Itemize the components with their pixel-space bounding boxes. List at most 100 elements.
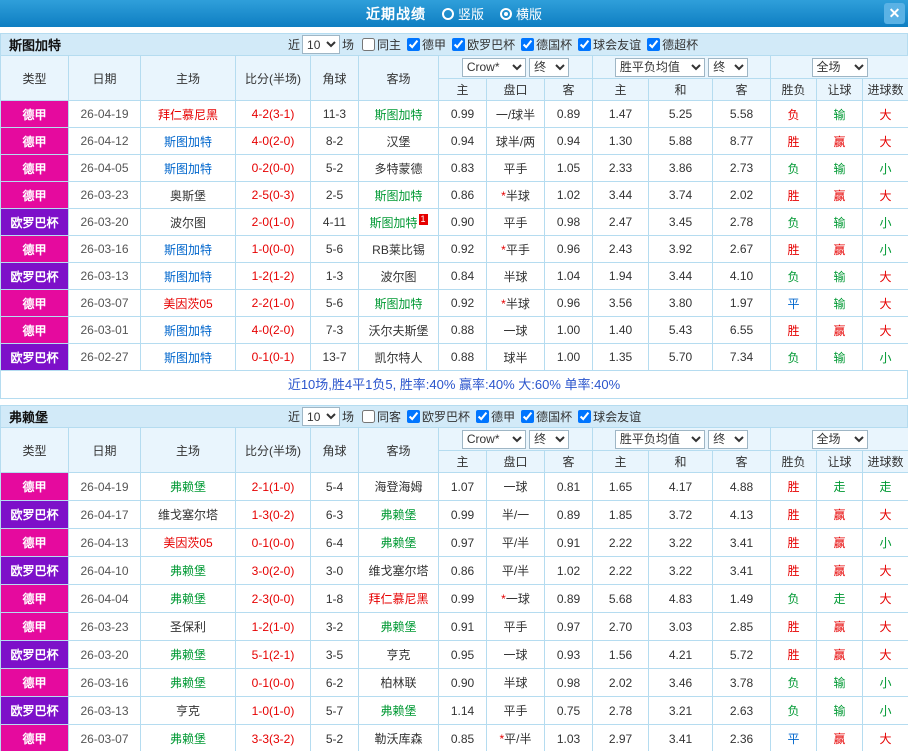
radio-checked-icon: [500, 7, 512, 20]
eu-draw-odds: 3.80: [648, 289, 714, 317]
home-team-link[interactable]: 斯图加特: [140, 343, 236, 371]
league-filter[interactable]: 德国杯: [521, 36, 572, 53]
league-filter-checkbox[interactable]: [407, 410, 421, 423]
scope-select[interactable]: 全场: [811, 429, 868, 449]
league-filter[interactable]: 欧罗巴杯: [452, 36, 515, 53]
league-filter[interactable]: 德超杯: [647, 36, 698, 53]
asian-odds-group-header: Crow* 终: [437, 55, 594, 79]
league-filter[interactable]: 球会友谊: [578, 408, 641, 425]
layout-vertical-radio[interactable]: 竖版: [441, 4, 484, 23]
home-team-link[interactable]: 斯图加特: [140, 262, 236, 290]
away-team-link[interactable]: 柏林联: [358, 668, 439, 697]
away-team-link[interactable]: 汉堡: [358, 127, 439, 155]
league-filter-label: 德超杯: [662, 38, 699, 52]
euro-final-select[interactable]: 终: [708, 429, 749, 449]
home-team-link[interactable]: 弗赖堡: [140, 472, 236, 501]
league-filter-checkbox[interactable]: [476, 410, 490, 423]
league-filter-checkbox[interactable]: [647, 38, 661, 51]
home-team-link[interactable]: 斯图加特: [140, 235, 236, 263]
eu-home-odds: 2.43: [592, 235, 650, 263]
match-date: 26-04-19: [68, 472, 141, 501]
league-filter-checkbox[interactable]: [362, 410, 376, 423]
home-team-link[interactable]: 弗赖堡: [140, 724, 236, 751]
league-filter-checkbox[interactable]: [521, 410, 535, 423]
away-team-link[interactable]: 亨克: [358, 640, 439, 669]
home-team-link[interactable]: 奥斯堡: [140, 181, 236, 209]
scope-select[interactable]: 全场: [811, 57, 868, 77]
eu-draw-odds: 3.92: [648, 235, 714, 263]
eu-draw-odds: 4.21: [648, 640, 714, 669]
away-team-link[interactable]: 勒沃库森: [358, 724, 439, 751]
league-filter-label: 欧罗巴杯: [422, 410, 471, 424]
home-team-link[interactable]: 美因茨05: [140, 528, 236, 557]
away-team-link[interactable]: 多特蒙德: [358, 154, 439, 182]
match-count-select[interactable]: 10: [302, 35, 341, 54]
euro-avg-select[interactable]: 胜平负均值: [614, 429, 705, 449]
home-team-link[interactable]: 弗赖堡: [140, 640, 236, 669]
close-button[interactable]: ✕: [884, 3, 905, 24]
away-team-link[interactable]: 弗赖堡: [358, 612, 439, 641]
away-team-link[interactable]: 沃尔夫斯堡: [358, 316, 439, 344]
league-badge: 德甲: [0, 154, 69, 182]
league-filter-checkbox[interactable]: [521, 38, 535, 51]
away-team-link[interactable]: 凯尔特人: [358, 343, 439, 371]
away-team-link[interactable]: 海登海姆: [358, 472, 439, 501]
home-team-link[interactable]: 斯图加特: [140, 316, 236, 344]
away-team-link[interactable]: 斯图加特 1: [358, 208, 439, 236]
subheader-result: 胜负: [770, 78, 818, 101]
home-team-link[interactable]: 弗赖堡: [140, 556, 236, 585]
league-filter-checkbox[interactable]: [578, 410, 592, 423]
match-count-select[interactable]: 10: [302, 407, 341, 426]
away-team-link[interactable]: 斯图加特: [358, 289, 439, 317]
odds-company-select[interactable]: Crow*: [461, 429, 526, 449]
asian-final-select[interactable]: 终: [529, 57, 570, 77]
eu-away-odds: 7.34: [712, 343, 772, 371]
league-filter[interactable]: 球会友谊: [578, 36, 641, 53]
league-badge: 欧罗巴杯: [0, 208, 69, 236]
result-cell: 胜: [770, 556, 818, 585]
league-filter[interactable]: 同客: [362, 408, 401, 425]
team-section-stuttgart: 斯图加特 近 10 场 同主 德甲 欧罗巴杯 德国杯 球会友谊 德超杯 类型 日期 主场 …: [0, 33, 908, 399]
home-team-link[interactable]: 亨克: [140, 696, 236, 725]
handicap-result-cell: 赢: [816, 127, 864, 155]
home-team-link[interactable]: 圣保利: [140, 612, 236, 641]
home-team-link[interactable]: 维戈塞尔塔: [140, 500, 236, 529]
away-team-link[interactable]: 拜仁慕尼黑: [358, 584, 439, 613]
home-team-link[interactable]: 弗赖堡: [140, 668, 236, 697]
league-badge: 德甲: [0, 235, 69, 263]
league-filter-checkbox[interactable]: [578, 38, 592, 51]
home-team-link[interactable]: 拜仁慕尼黑: [140, 100, 236, 128]
subheader-ah-home: 主: [438, 450, 487, 473]
match-row: 德甲 26-03-23 奥斯堡 2-5(0-3) 2-5 斯图加特 0.86 *半球 1.02 3…: [0, 181, 908, 209]
league-filter-checkbox[interactable]: [452, 38, 466, 51]
league-filter[interactable]: 欧罗巴杯: [407, 408, 470, 425]
league-filter[interactable]: 德甲: [407, 36, 446, 53]
away-team-link[interactable]: 斯图加特: [358, 100, 439, 128]
away-team-link[interactable]: 波尔图: [358, 262, 439, 290]
handicap-result-cell: 赢: [816, 181, 864, 209]
league-filter-checkbox[interactable]: [407, 38, 421, 51]
home-team-link[interactable]: 波尔图: [140, 208, 236, 236]
home-team-link[interactable]: 美因茨05: [140, 289, 236, 317]
away-team-link[interactable]: 斯图加特: [358, 181, 439, 209]
match-row: 德甲 26-04-19 拜仁慕尼黑 4-2(3-1) 11-3 斯图加特 0.99 一/球半 0…: [0, 100, 908, 128]
away-team-link[interactable]: RB莱比锡: [358, 235, 439, 263]
euro-final-select[interactable]: 终: [708, 57, 749, 77]
league-filter[interactable]: 德国杯: [521, 408, 572, 425]
away-team-link[interactable]: 弗赖堡: [358, 696, 439, 725]
away-team-link[interactable]: 弗赖堡: [358, 528, 439, 557]
layout-horizontal-radio[interactable]: 横版: [500, 4, 542, 23]
corner-cell: 5-6: [310, 289, 359, 317]
euro-avg-select[interactable]: 胜平负均值: [614, 57, 705, 77]
home-team-link[interactable]: 斯图加特: [140, 127, 236, 155]
home-team-link[interactable]: 斯图加特: [140, 154, 236, 182]
away-team-link[interactable]: 维戈塞尔塔: [358, 556, 439, 585]
away-team-link[interactable]: 弗赖堡: [358, 500, 439, 529]
eu-draw-odds: 3.41: [648, 724, 714, 751]
league-filter[interactable]: 同主: [362, 36, 401, 53]
home-team-link[interactable]: 弗赖堡: [140, 584, 236, 613]
league-filter[interactable]: 德甲: [476, 408, 515, 425]
odds-company-select[interactable]: Crow*: [461, 57, 526, 77]
asian-final-select[interactable]: 终: [529, 429, 570, 449]
league-filter-checkbox[interactable]: [362, 38, 376, 51]
